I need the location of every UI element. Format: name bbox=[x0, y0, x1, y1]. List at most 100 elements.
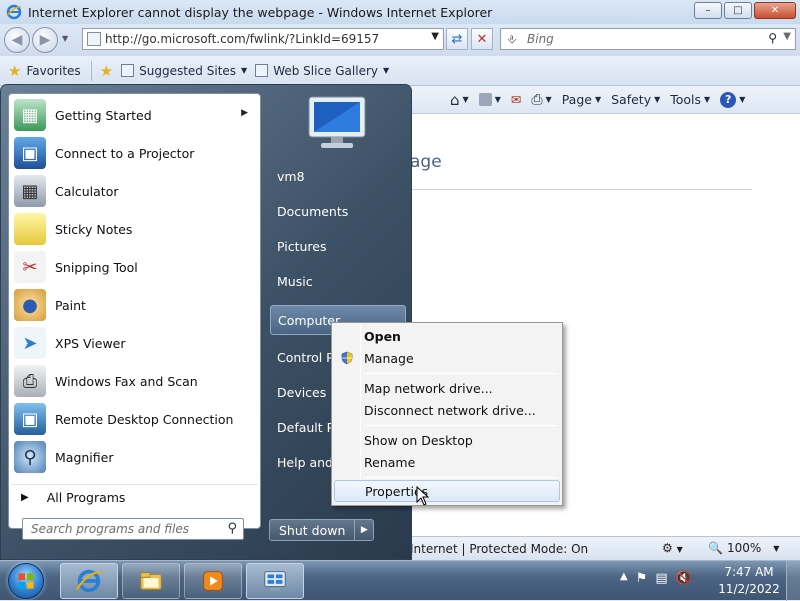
start-button[interactable] bbox=[8, 563, 44, 599]
shutdown-button[interactable]: Shut down bbox=[270, 520, 356, 540]
mail-icon: ✉ bbox=[510, 92, 522, 107]
pictures-link[interactable]: Pictures bbox=[270, 231, 406, 261]
program-snipping-tool[interactable]: ✂ Snipping Tool bbox=[11, 248, 258, 286]
programs-pane: ▦ Getting Started ▶ ▣ Connect to a Proje… bbox=[8, 93, 261, 529]
shutdown-control: Shut down ▶ bbox=[269, 519, 375, 541]
show-hidden-icons-icon[interactable]: ▲ bbox=[620, 571, 628, 586]
search-box[interactable]: ⎀ Bing ⚲ ▼ bbox=[500, 28, 796, 50]
address-bar[interactable]: http://go.microsoft.com/fwlink/?LinkId=6… bbox=[82, 28, 444, 50]
context-map-network-drive[interactable]: Map network drive... bbox=[334, 377, 560, 399]
security-zone-status: Internet | Protected Mode: On bbox=[410, 541, 589, 556]
zoom-icon: 🔍 bbox=[708, 541, 723, 555]
all-programs-button[interactable]: ▶ All Programs bbox=[11, 484, 258, 510]
documents-link[interactable]: Documents bbox=[270, 196, 406, 226]
clock[interactable]: 7:47 AM 11/2/2022 bbox=[718, 564, 780, 598]
context-manage-label: Manage bbox=[364, 350, 414, 366]
web-page-icon bbox=[255, 64, 269, 77]
printer-icon: ⎙ bbox=[531, 91, 543, 108]
taskbar-internet-explorer[interactable] bbox=[60, 563, 118, 599]
program-fax-scan[interactable]: ⎙ Windows Fax and Scan bbox=[11, 362, 258, 400]
chevron-down-icon: ▼ bbox=[494, 95, 501, 104]
favorites-button[interactable]: ★ Favorites bbox=[8, 62, 81, 80]
context-show-on-desktop[interactable]: Show on Desktop bbox=[334, 429, 560, 451]
program-sticky-notes[interactable]: Sticky Notes bbox=[11, 210, 258, 248]
network-icon[interactable]: ▤ bbox=[655, 571, 667, 586]
zoom-button[interactable]: 🔍 100% ▼ bbox=[708, 541, 779, 555]
program-label: XPS Viewer bbox=[55, 335, 126, 351]
page-icon bbox=[87, 32, 101, 46]
volume-muted-icon[interactable]: 🔇 bbox=[676, 571, 692, 586]
suggested-sites-label: Suggested Sites bbox=[139, 63, 237, 78]
favorites-label: Favorites bbox=[26, 63, 81, 78]
paint-icon: ● bbox=[14, 289, 46, 321]
protected-mode-settings-icon[interactable]: ⚙ ▼ bbox=[662, 541, 683, 555]
command-bar: ⌂ ▼ ▼ ✉ ⎙ ▼ Page ▼ Safety ▼ Tools ▼ ? ▼ bbox=[410, 86, 800, 114]
context-properties[interactable]: Properties bbox=[334, 480, 560, 502]
add-to-favorites-bar-button[interactable]: ★ bbox=[100, 62, 113, 80]
user-folder-link[interactable]: vm8 bbox=[270, 161, 406, 191]
read-mail-button[interactable]: ✉ bbox=[511, 92, 521, 107]
tools-menu-label: Tools bbox=[670, 92, 702, 107]
forward-button[interactable]: ▶ bbox=[32, 27, 58, 53]
chevron-down-icon: ▼ bbox=[594, 95, 602, 104]
context-rename[interactable]: Rename bbox=[334, 451, 560, 473]
context-open[interactable]: Open bbox=[334, 325, 560, 347]
chevron-down-icon: ▼ bbox=[704, 95, 711, 104]
web-slice-gallery-label: Web Slice Gallery bbox=[273, 63, 378, 78]
stop-button[interactable]: ✕ bbox=[471, 28, 493, 50]
recent-pages-dropdown[interactable]: ▼ bbox=[62, 34, 68, 43]
program-xps-viewer[interactable]: ➤ XPS Viewer bbox=[11, 324, 258, 362]
chevron-down-icon: ▼ bbox=[773, 543, 780, 553]
web-slice-gallery-link[interactable]: Web Slice Gallery ▼ bbox=[255, 64, 389, 78]
page-menu[interactable]: Page ▼ bbox=[562, 92, 601, 107]
program-label: Connect to a Projector bbox=[55, 145, 195, 161]
clock-time: 7:47 AM bbox=[724, 565, 774, 579]
search-icon[interactable]: ⚲ bbox=[227, 521, 237, 536]
print-button[interactable]: ⎙ ▼ bbox=[531, 92, 551, 108]
refresh-icon: ⇄ bbox=[451, 31, 463, 47]
suggested-sites-link[interactable]: Suggested Sites ▼ bbox=[121, 64, 247, 78]
taskbar-remote-desktop[interactable] bbox=[246, 563, 304, 599]
media-player-icon bbox=[203, 571, 223, 591]
start-search-input[interactable]: Search programs and files ⚲ bbox=[22, 518, 244, 540]
feeds-button[interactable]: ▼ bbox=[478, 93, 501, 106]
close-button[interactable]: ✕ bbox=[754, 2, 796, 19]
home-button[interactable]: ⌂ ▼ bbox=[450, 91, 469, 109]
folder-icon bbox=[140, 572, 162, 590]
taskbar-media-player[interactable] bbox=[184, 563, 242, 599]
tools-menu[interactable]: Tools ▼ bbox=[670, 92, 710, 107]
program-connect-projector[interactable]: ▣ Connect to a Projector bbox=[11, 134, 258, 172]
submenu-arrow-icon[interactable]: ▶ bbox=[241, 108, 248, 118]
taskbar-windows-explorer[interactable] bbox=[122, 563, 180, 599]
bing-search-icon: ⎀ bbox=[507, 32, 517, 46]
context-disconnect-network-drive[interactable]: Disconnect network drive... bbox=[334, 399, 560, 421]
address-dropdown-icon[interactable]: ▼ bbox=[431, 31, 439, 42]
shutdown-options-arrow-icon[interactable]: ▶ bbox=[355, 520, 373, 540]
safety-menu[interactable]: Safety ▼ bbox=[611, 92, 660, 107]
help-button[interactable]: ? ▼ bbox=[720, 91, 745, 108]
search-dropdown-icon[interactable]: ▼ bbox=[783, 31, 791, 42]
windows-logo-icon bbox=[18, 573, 34, 589]
action-center-flag-icon[interactable]: ⚑ bbox=[636, 571, 648, 586]
maximize-button[interactable]: □ bbox=[724, 2, 752, 19]
program-getting-started[interactable]: ▦ Getting Started ▶ bbox=[11, 96, 258, 134]
program-calculator[interactable]: ▦ Calculator bbox=[11, 172, 258, 210]
program-label: Magnifier bbox=[55, 449, 114, 465]
page-heading: age bbox=[410, 152, 442, 172]
program-magnifier[interactable]: ⚲ Magnifier bbox=[11, 438, 258, 476]
program-paint[interactable]: ● Paint bbox=[11, 286, 258, 324]
music-link[interactable]: Music bbox=[270, 266, 406, 296]
back-button[interactable]: ◀ bbox=[4, 27, 30, 53]
compatibility-refresh-button[interactable]: ⇄ bbox=[446, 28, 468, 50]
uac-shield-icon bbox=[341, 351, 353, 365]
show-desktop-button[interactable] bbox=[786, 561, 800, 601]
minimize-button[interactable]: – bbox=[694, 2, 722, 19]
web-page-icon bbox=[121, 64, 135, 77]
context-manage[interactable]: Manage bbox=[334, 347, 560, 369]
expand-arrow-icon: ▶ bbox=[21, 492, 29, 503]
search-go-icon[interactable]: ⚲ bbox=[768, 31, 777, 45]
internet-explorer-icon bbox=[6, 4, 22, 20]
forward-arrow-icon: ▶ bbox=[39, 32, 51, 48]
program-remote-desktop[interactable]: ▣ Remote Desktop Connection bbox=[11, 400, 258, 438]
mouse-cursor-icon bbox=[416, 486, 430, 506]
